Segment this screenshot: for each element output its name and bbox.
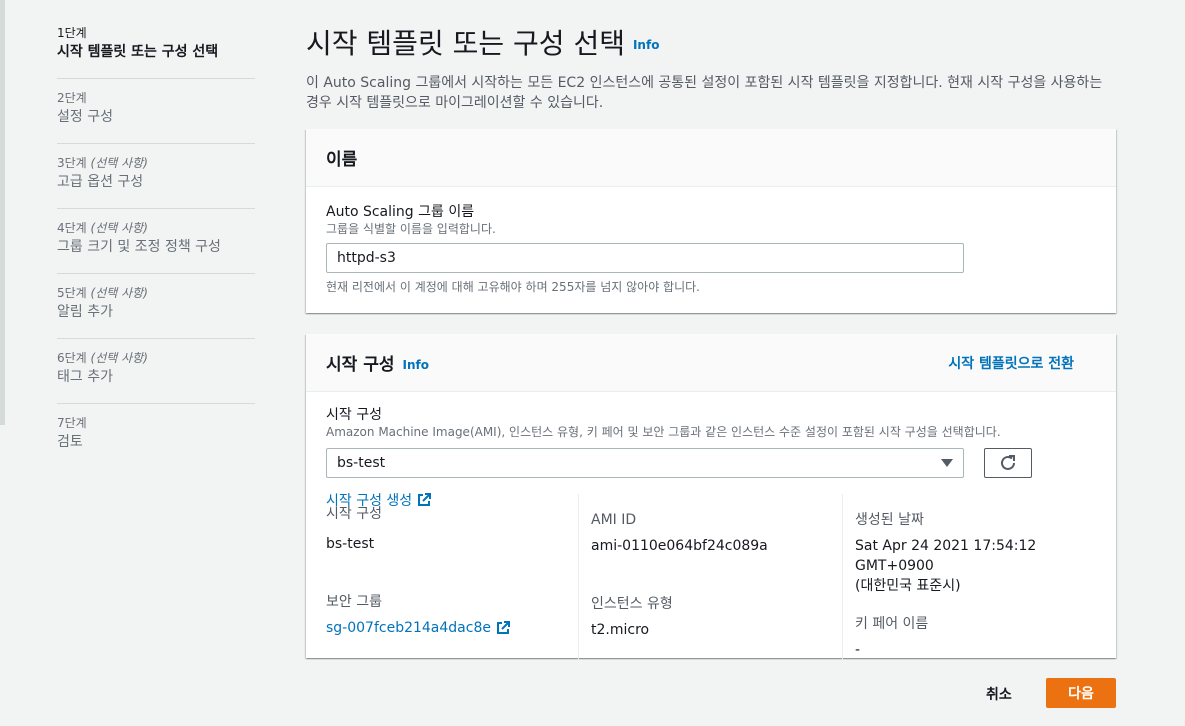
group-name-label: Auto Scaling 그룹 이름 <box>326 204 475 220</box>
group-name-constraint: 현재 리전에서 이 계정에 대해 고유해야 하며 255자를 넘지 않아야 합니… <box>326 280 700 294</box>
launch-config-label: 시작 구성 <box>326 407 382 423</box>
config-name-label: 시작 구성 <box>326 506 382 522</box>
step-number: 5단계 (선택 사항) <box>57 286 148 300</box>
ami-id-label: AMI ID <box>591 512 637 528</box>
info-link[interactable]: Info <box>402 358 428 372</box>
name-panel-header: 이름 <box>306 129 1116 187</box>
next-button[interactable]: 다음 <box>1046 678 1116 708</box>
launch-config-header: 시작 구성 Info 시작 템플릿으로 전환 <box>306 334 1116 392</box>
wizard-step-7[interactable]: 7단계 검토 <box>57 414 255 468</box>
launch-config-panel: 시작 구성 Info 시작 템플릿으로 전환 시작 구성 Amazon Machi… <box>306 334 1116 660</box>
ami-id-value: ami-0110e064bf24c089a <box>591 538 768 554</box>
step-number: 7단계 <box>57 416 87 430</box>
page-description: 이 Auto Scaling 그룹에서 시작하는 모든 EC2 인스턴스에 공통… <box>306 75 1103 111</box>
cancel-button[interactable]: 취소 <box>986 684 1012 704</box>
refresh-button[interactable] <box>984 448 1032 478</box>
wizard-step-1[interactable]: 1단계 시작 템플릿 또는 구성 선택 <box>57 24 255 79</box>
launch-config-select[interactable]: bs-test <box>326 448 964 478</box>
security-group-link[interactable]: sg-007fceb214a4dac8e <box>326 618 510 638</box>
wizard-steps-nav: 1단계 시작 템플릿 또는 구성 선택 2단계 설정 구성 3단계 (선택 사항… <box>57 24 255 478</box>
details-col-2: AMI ID ami-0110e064bf24c089a 인스턴스 유형 t2.… <box>578 494 842 660</box>
created-date-label: 생성된 날짜 <box>855 512 924 528</box>
step-title: 검토 <box>57 434 83 450</box>
launch-config-details: 시작 구성 bs-test 보안 그룹 sg-007fceb214a4dac8e… <box>326 494 1096 660</box>
step-number: 2단계 <box>57 91 87 105</box>
wizard-step-4[interactable]: 4단계 (선택 사항) 그룹 크기 및 조정 정책 구성 <box>57 219 255 274</box>
details-col-3: 생성된 날짜 Sat Apr 24 2021 17:54:12 GMT+0900… <box>842 494 1096 660</box>
config-name-value: bs-test <box>326 536 375 552</box>
created-date-value: Sat Apr 24 2021 17:54:12 GMT+0900 (대한민국 … <box>855 538 1037 594</box>
wizard-step-6[interactable]: 6단계 (선택 사항) 태그 추가 <box>57 349 255 404</box>
page-title: 시작 템플릿 또는 구성 선택 Info <box>306 27 660 60</box>
switch-to-template-link[interactable]: 시작 템플릿으로 전환 <box>948 353 1074 373</box>
launch-config-hint: Amazon Machine Image(AMI), 인스턴스 유형, 키 페어… <box>326 425 1001 439</box>
step-title: 고급 옵션 구성 <box>57 174 144 190</box>
group-name-hint: 그룹을 식별할 이름을 입력합니다. <box>326 222 496 236</box>
launch-config-heading: 시작 구성 Info <box>326 355 429 375</box>
instance-type-label: 인스턴스 유형 <box>591 596 673 612</box>
step-number: 3단계 (선택 사항) <box>57 156 148 170</box>
info-link[interactable]: Info <box>633 38 659 52</box>
wizard-step-3[interactable]: 3단계 (선택 사항) 고급 옵션 구성 <box>57 154 255 209</box>
step-title: 그룹 크기 및 조정 정책 구성 <box>57 239 221 255</box>
instance-type-value: t2.micro <box>591 622 650 638</box>
wizard-step-2[interactable]: 2단계 설정 구성 <box>57 89 255 144</box>
name-panel-heading: 이름 <box>326 150 358 170</box>
step-title: 알림 추가 <box>57 304 113 320</box>
details-col-1: 시작 구성 bs-test 보안 그룹 sg-007fceb214a4dac8e <box>326 506 578 660</box>
security-group-label: 보안 그룹 <box>326 594 382 610</box>
step-title: 시작 템플릿 또는 구성 선택 <box>57 44 219 60</box>
key-pair-label: 키 페어 이름 <box>855 616 929 632</box>
external-link-icon <box>496 621 510 634</box>
launch-config-selected: bs-test <box>337 455 386 471</box>
step-number: 1단계 <box>57 26 87 40</box>
step-title: 설정 구성 <box>57 109 113 125</box>
name-panel: 이름 Auto Scaling 그룹 이름 그룹을 식별할 이름을 입력합니다.… <box>306 129 1116 313</box>
wizard-step-5[interactable]: 5단계 (선택 사항) 알림 추가 <box>57 284 255 339</box>
step-number: 6단계 (선택 사항) <box>57 351 148 365</box>
key-pair-value: - <box>855 642 861 658</box>
refresh-icon <box>1001 455 1015 470</box>
caret-down-icon <box>941 459 953 467</box>
step-number: 4단계 (선택 사항) <box>57 221 148 235</box>
step-title: 태그 추가 <box>57 369 113 385</box>
left-scroll-edge <box>0 0 5 425</box>
group-name-input[interactable]: httpd-s3 <box>326 243 964 273</box>
